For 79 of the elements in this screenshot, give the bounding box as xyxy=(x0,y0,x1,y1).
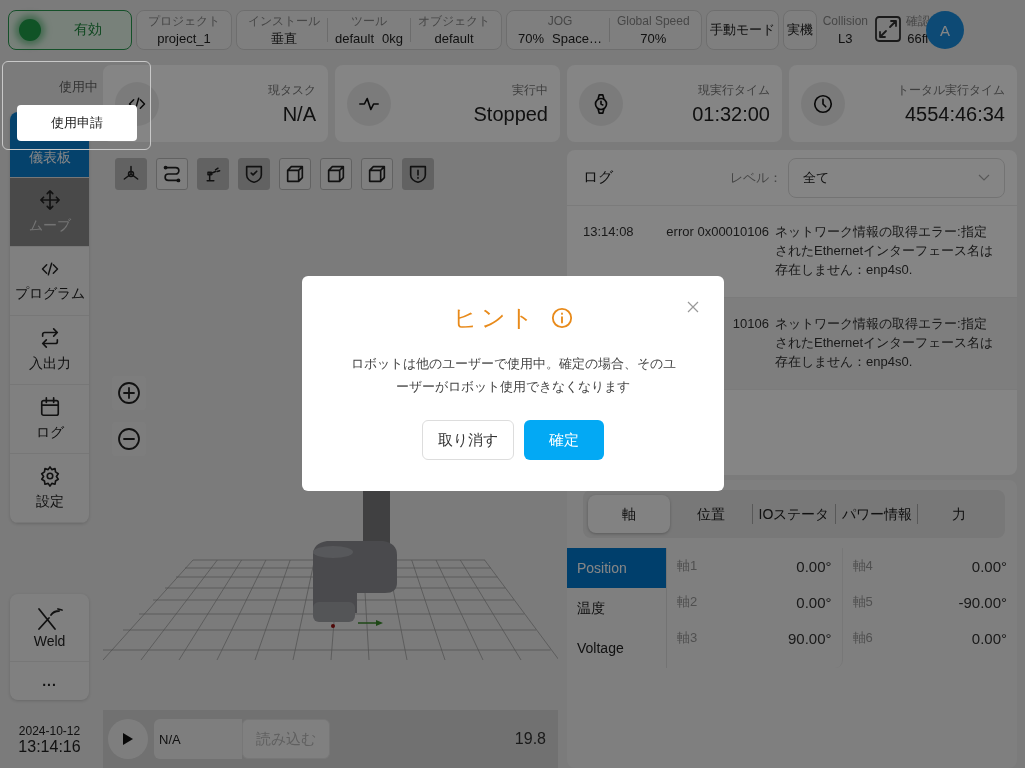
move-icon xyxy=(38,189,61,211)
usage-status: 使用中 xyxy=(59,78,98,96)
status-value: default xyxy=(335,30,375,47)
category-item[interactable]: Voltage xyxy=(567,628,666,668)
sidebar-item[interactable]: プログラム xyxy=(10,247,89,316)
cube-icon[interactable] xyxy=(320,158,352,190)
status-value: project_1 xyxy=(157,30,211,47)
info-icon xyxy=(551,307,573,329)
sidebar-item[interactable]: ... xyxy=(10,662,89,700)
cube-icon[interactable] xyxy=(279,158,311,190)
dialog-title: ヒント xyxy=(453,303,537,333)
speed-reading: 19.8 xyxy=(514,730,546,748)
cube-icon[interactable] xyxy=(361,158,393,190)
welding-torch-icon xyxy=(35,606,64,631)
level-dropdown[interactable]: 全て xyxy=(788,157,1005,198)
joint-value: 0.00° xyxy=(796,557,832,575)
status-label: Global Speed xyxy=(616,13,690,30)
settings-icon xyxy=(38,465,61,487)
status-value: Space… xyxy=(552,30,602,47)
card-label: 現タスク xyxy=(268,81,316,99)
avatar[interactable]: A xyxy=(926,11,964,49)
status-value: 70% xyxy=(640,30,667,47)
log-time: 13:14:08 xyxy=(583,224,634,239)
date-text: 2024-10-12 xyxy=(18,724,81,738)
sidebar-item[interactable]: 入出力 xyxy=(10,316,89,385)
enable-toggle[interactable]: 有効 xyxy=(8,10,132,50)
tab[interactable]: 軸 xyxy=(588,495,670,533)
log-message: ネットワーク情報の取得エラー:指定 されたEthernetインターフェース名は 存在しません：enp4s0. xyxy=(775,315,995,371)
joint-value: 0.00° xyxy=(971,629,1007,647)
shield-alert-icon[interactable] xyxy=(402,158,434,190)
joint-value: -90.00° xyxy=(958,593,1007,611)
card-value: N/A xyxy=(282,102,316,126)
program-field[interactable]: N/A xyxy=(154,719,242,759)
status-value: default xyxy=(434,30,474,47)
code-icon xyxy=(39,259,60,279)
card-label: 現実行タイム xyxy=(698,81,770,99)
status-value: 70% xyxy=(518,30,545,47)
card-value: Stopped xyxy=(473,102,548,126)
log-title: ログ xyxy=(583,168,613,187)
joint-value: 0.00° xyxy=(796,593,832,611)
clock-icon xyxy=(812,92,834,115)
axes-icon[interactable] xyxy=(115,158,147,190)
status-label: JOG xyxy=(547,13,573,30)
cancel-button[interactable]: 取り消す xyxy=(422,420,514,460)
mode-button[interactable]: 手動モード xyxy=(705,10,779,50)
category-item[interactable]: 温度 xyxy=(567,588,666,628)
level-label: レベル： xyxy=(730,168,782,187)
card-label: 実行中 xyxy=(512,81,548,99)
request-button[interactable]: 使用申請 xyxy=(17,105,137,141)
time-text: 13:14:16 xyxy=(18,738,81,756)
status-value: 垂直 xyxy=(271,30,297,47)
robot-arm-icon[interactable] xyxy=(197,158,229,190)
sidebar-item[interactable]: Weld xyxy=(10,594,89,662)
tab[interactable]: パワー情報 xyxy=(835,495,918,533)
confirm-button[interactable]: 確定 xyxy=(524,420,604,460)
status-value: 0kg xyxy=(382,30,403,47)
path-icon[interactable] xyxy=(156,158,188,190)
confirm-value: 66ff xyxy=(907,30,929,47)
tab[interactable]: 力 xyxy=(918,495,1000,533)
tab[interactable]: 位置 xyxy=(670,495,753,533)
sidebar-item[interactable]: ログ xyxy=(10,385,89,454)
dialog-message: ロボットは他のユーザーで使用中。確定の場合、そのユ ーザーがロボット使用できなくなります xyxy=(350,355,676,396)
mode-button[interactable]: 実機 xyxy=(782,10,817,50)
joint-value: 90.00° xyxy=(787,629,832,647)
play-button[interactable] xyxy=(108,719,148,759)
tab[interactable]: IOステータ xyxy=(753,495,835,533)
card-label: トータル実行タイム xyxy=(897,81,1005,99)
log-message: ネットワーク情報の取得エラー:指定 されたEthernetインターフェース名は 存在しません：enp4s0. xyxy=(775,223,995,279)
card-value: 01:32:00 xyxy=(692,102,770,126)
collision-value: L3 xyxy=(838,30,853,47)
card-value: 4554:46:34 xyxy=(904,102,1005,126)
play-icon xyxy=(122,732,134,746)
sidebar-item[interactable]: 設定 xyxy=(10,454,89,523)
log-code: error 0x00010106 xyxy=(666,224,769,239)
joint-value: 0.00° xyxy=(971,557,1007,575)
category-item[interactable]: Position xyxy=(567,548,666,588)
shield-check-icon[interactable] xyxy=(238,158,270,190)
log-code: 10106 xyxy=(732,316,769,331)
calendar-icon xyxy=(38,396,61,418)
